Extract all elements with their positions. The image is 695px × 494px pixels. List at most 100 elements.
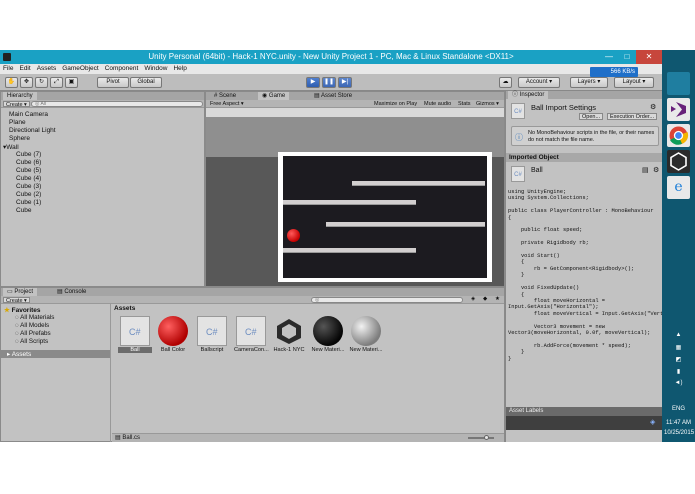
layers-dropdown[interactable]: Layers ▾ bbox=[570, 77, 608, 88]
asset-hack-1-nyc[interactable]: Hack-1 NYC bbox=[272, 316, 306, 353]
account-dropdown[interactable]: Account ▾ bbox=[518, 77, 560, 88]
favorite-all-prefabs[interactable]: ◌ All Prefabs bbox=[15, 330, 51, 337]
asset-ball-color[interactable]: Ball Color bbox=[156, 316, 190, 353]
minimize-button[interactable]: — bbox=[600, 50, 618, 64]
hierarchy-item-sphere[interactable]: Sphere bbox=[9, 135, 30, 142]
asset-new-material-gray[interactable]: New Materi... bbox=[349, 316, 383, 353]
filter-by-label-icon[interactable]: ◆ bbox=[483, 296, 487, 302]
asset-ballscript[interactable]: C# Ballscript bbox=[195, 316, 229, 353]
maximize-button[interactable]: □ bbox=[618, 50, 636, 64]
hierarchy-item-wall[interactable]: ▾Wall bbox=[3, 143, 19, 151]
menu-edit[interactable]: Edit bbox=[16, 64, 33, 72]
pause-button[interactable]: ❚❚ bbox=[322, 77, 336, 88]
rect-tool-button[interactable]: ▣ bbox=[65, 77, 78, 88]
open-button[interactable]: Open... bbox=[579, 113, 604, 120]
global-toggle[interactable]: Global bbox=[130, 77, 162, 88]
menu-gameobject[interactable]: GameObject bbox=[59, 64, 102, 72]
label-tag-icon[interactable]: ◈ bbox=[650, 418, 655, 426]
game-view[interactable] bbox=[206, 108, 504, 286]
imported-settings-icon[interactable]: ⚙ bbox=[653, 166, 659, 174]
tab-hierarchy[interactable]: Hierarchy bbox=[3, 92, 37, 100]
tray-notification-icon[interactable]: ◩ bbox=[664, 356, 693, 363]
inspector-settings-icon[interactable]: ⚙ bbox=[650, 103, 656, 111]
hierarchy-item-cube-2[interactable]: Cube (2) bbox=[16, 191, 41, 198]
hierarchy-item-cube-5[interactable]: Cube (5) bbox=[16, 167, 41, 174]
hierarchy-item-cube-6[interactable]: Cube (6) bbox=[16, 159, 41, 166]
favorites-header[interactable]: ★ Favorites bbox=[4, 306, 41, 314]
assets-folder[interactable]: ▸ Assets bbox=[1, 350, 110, 358]
tab-console[interactable]: ▤ Console bbox=[53, 288, 90, 296]
project-create-button[interactable]: Create ▾ bbox=[3, 297, 30, 304]
taskbar-internet-explorer-icon[interactable]: e bbox=[667, 176, 690, 199]
hierarchy-item-cube-1[interactable]: Cube (1) bbox=[16, 199, 41, 206]
tab-inspector[interactable]: ⓘ Inspector bbox=[508, 91, 549, 99]
icon-size-slider[interactable] bbox=[468, 437, 494, 439]
favorite-all-materials[interactable]: ◌ All Materials bbox=[15, 314, 54, 321]
hierarchy-search-input[interactable]: ◎ All bbox=[31, 101, 203, 107]
pivot-toggle[interactable]: Pivot bbox=[97, 77, 129, 88]
filter-by-type-icon[interactable]: ◈ bbox=[471, 296, 475, 302]
step-button[interactable]: ▶| bbox=[338, 77, 352, 88]
tab-project[interactable]: ▭ Project bbox=[3, 288, 38, 296]
main-toolbar: ✋ ✥ ↻ ⤢ ▣ Pivot Global ▶ ❚❚ ▶| ☁ Account… bbox=[0, 74, 662, 91]
tray-clock-date[interactable]: 10/25/2015 bbox=[664, 430, 694, 436]
taskbar-unity-icon[interactable] bbox=[667, 150, 690, 173]
execution-order-button[interactable]: Execution Order... bbox=[607, 113, 658, 120]
favorite-all-scripts[interactable]: ◌ All Scripts bbox=[15, 338, 48, 345]
account-label: Account bbox=[525, 79, 548, 85]
cloud-button[interactable]: ☁ bbox=[499, 77, 512, 88]
hierarchy-item-cube-7[interactable]: Cube (7) bbox=[16, 151, 41, 158]
favorite-all-models[interactable]: ◌ All Models bbox=[15, 322, 49, 329]
edit-script-icon[interactable]: ▤ bbox=[642, 166, 649, 174]
tray-language[interactable]: ENG bbox=[664, 406, 693, 412]
scale-tool-button[interactable]: ⤢ bbox=[50, 77, 63, 88]
gray-material-sphere-icon bbox=[351, 316, 381, 346]
tab-asset-store[interactable]: ▤ Asset Store bbox=[310, 92, 356, 100]
menu-bar: File Edit Assets GameObject Component Window H… bbox=[0, 64, 662, 74]
favorites-star-icon: ★ bbox=[4, 307, 10, 314]
tray-battery-icon[interactable]: ▮ bbox=[664, 368, 693, 375]
hierarchy-tabstrip: Hierarchy bbox=[1, 92, 204, 100]
aspect-dropdown[interactable]: Free Aspect ▾ bbox=[210, 101, 244, 107]
menu-component[interactable]: Component bbox=[102, 64, 142, 72]
asset-new-material-black[interactable]: New Materi... bbox=[311, 316, 345, 353]
close-button[interactable]: ✕ bbox=[636, 50, 662, 64]
taskbar-chrome-icon[interactable] bbox=[667, 124, 690, 147]
gizmos-dropdown[interactable]: Gizmos ▾ bbox=[474, 101, 501, 107]
window-titlebar: Unity Personal (64bit) - Hack-1 NYC.unit… bbox=[0, 50, 662, 64]
play-button[interactable]: ▶ bbox=[306, 77, 320, 88]
maximize-on-play-toggle[interactable]: Maximize on Play bbox=[372, 101, 419, 107]
tray-clock-time[interactable]: 11:47 AM bbox=[664, 420, 693, 426]
favorite-all-materials-label: All Materials bbox=[20, 314, 55, 321]
stats-toggle[interactable]: Stats bbox=[456, 101, 473, 107]
hierarchy-item-main-camera[interactable]: Main Camera bbox=[9, 111, 48, 118]
hand-tool-button[interactable]: ✋ bbox=[5, 77, 18, 88]
rotate-tool-button[interactable]: ↻ bbox=[35, 77, 48, 88]
taskbar-visual-studio-icon[interactable] bbox=[667, 98, 690, 121]
hierarchy-create-button[interactable]: Create ▾ bbox=[3, 101, 30, 108]
project-search-input[interactable]: ◎ bbox=[311, 297, 463, 303]
hierarchy-item-directional-light[interactable]: Directional Light bbox=[9, 127, 56, 134]
taskbar-drive-icon[interactable] bbox=[667, 72, 690, 95]
tab-game[interactable]: ◉ Game bbox=[258, 92, 290, 100]
menu-file[interactable]: File bbox=[0, 64, 16, 72]
move-tool-button[interactable]: ✥ bbox=[20, 77, 33, 88]
menu-window[interactable]: Window bbox=[141, 64, 170, 72]
favorite-star-icon[interactable]: ★ bbox=[495, 296, 500, 302]
tray-network-icon[interactable]: ▦ bbox=[664, 344, 693, 351]
layout-dropdown[interactable]: Layout ▾ bbox=[614, 77, 654, 88]
tray-volume-icon[interactable]: ◄) bbox=[664, 380, 693, 386]
menu-assets[interactable]: Assets bbox=[34, 64, 60, 72]
menu-help[interactable]: Help bbox=[170, 64, 189, 72]
hierarchy-item-cube-3[interactable]: Cube (3) bbox=[16, 183, 41, 190]
slider-thumb[interactable] bbox=[484, 435, 489, 440]
hierarchy-item-cube[interactable]: Cube bbox=[16, 207, 32, 214]
tray-up-arrow-icon[interactable]: ▲ bbox=[664, 332, 693, 338]
hierarchy-item-cube-4[interactable]: Cube (4) bbox=[16, 175, 41, 182]
asset-ball[interactable]: C# Ball bbox=[118, 316, 152, 353]
asset-cameracon[interactable]: C# CameraCon... bbox=[234, 316, 269, 353]
hierarchy-item-plane[interactable]: Plane bbox=[9, 119, 26, 126]
mute-audio-toggle[interactable]: Mute audio bbox=[422, 101, 453, 107]
favorite-all-scripts-label: All Scripts bbox=[20, 338, 49, 345]
tab-scene[interactable]: # Scene bbox=[210, 92, 240, 100]
